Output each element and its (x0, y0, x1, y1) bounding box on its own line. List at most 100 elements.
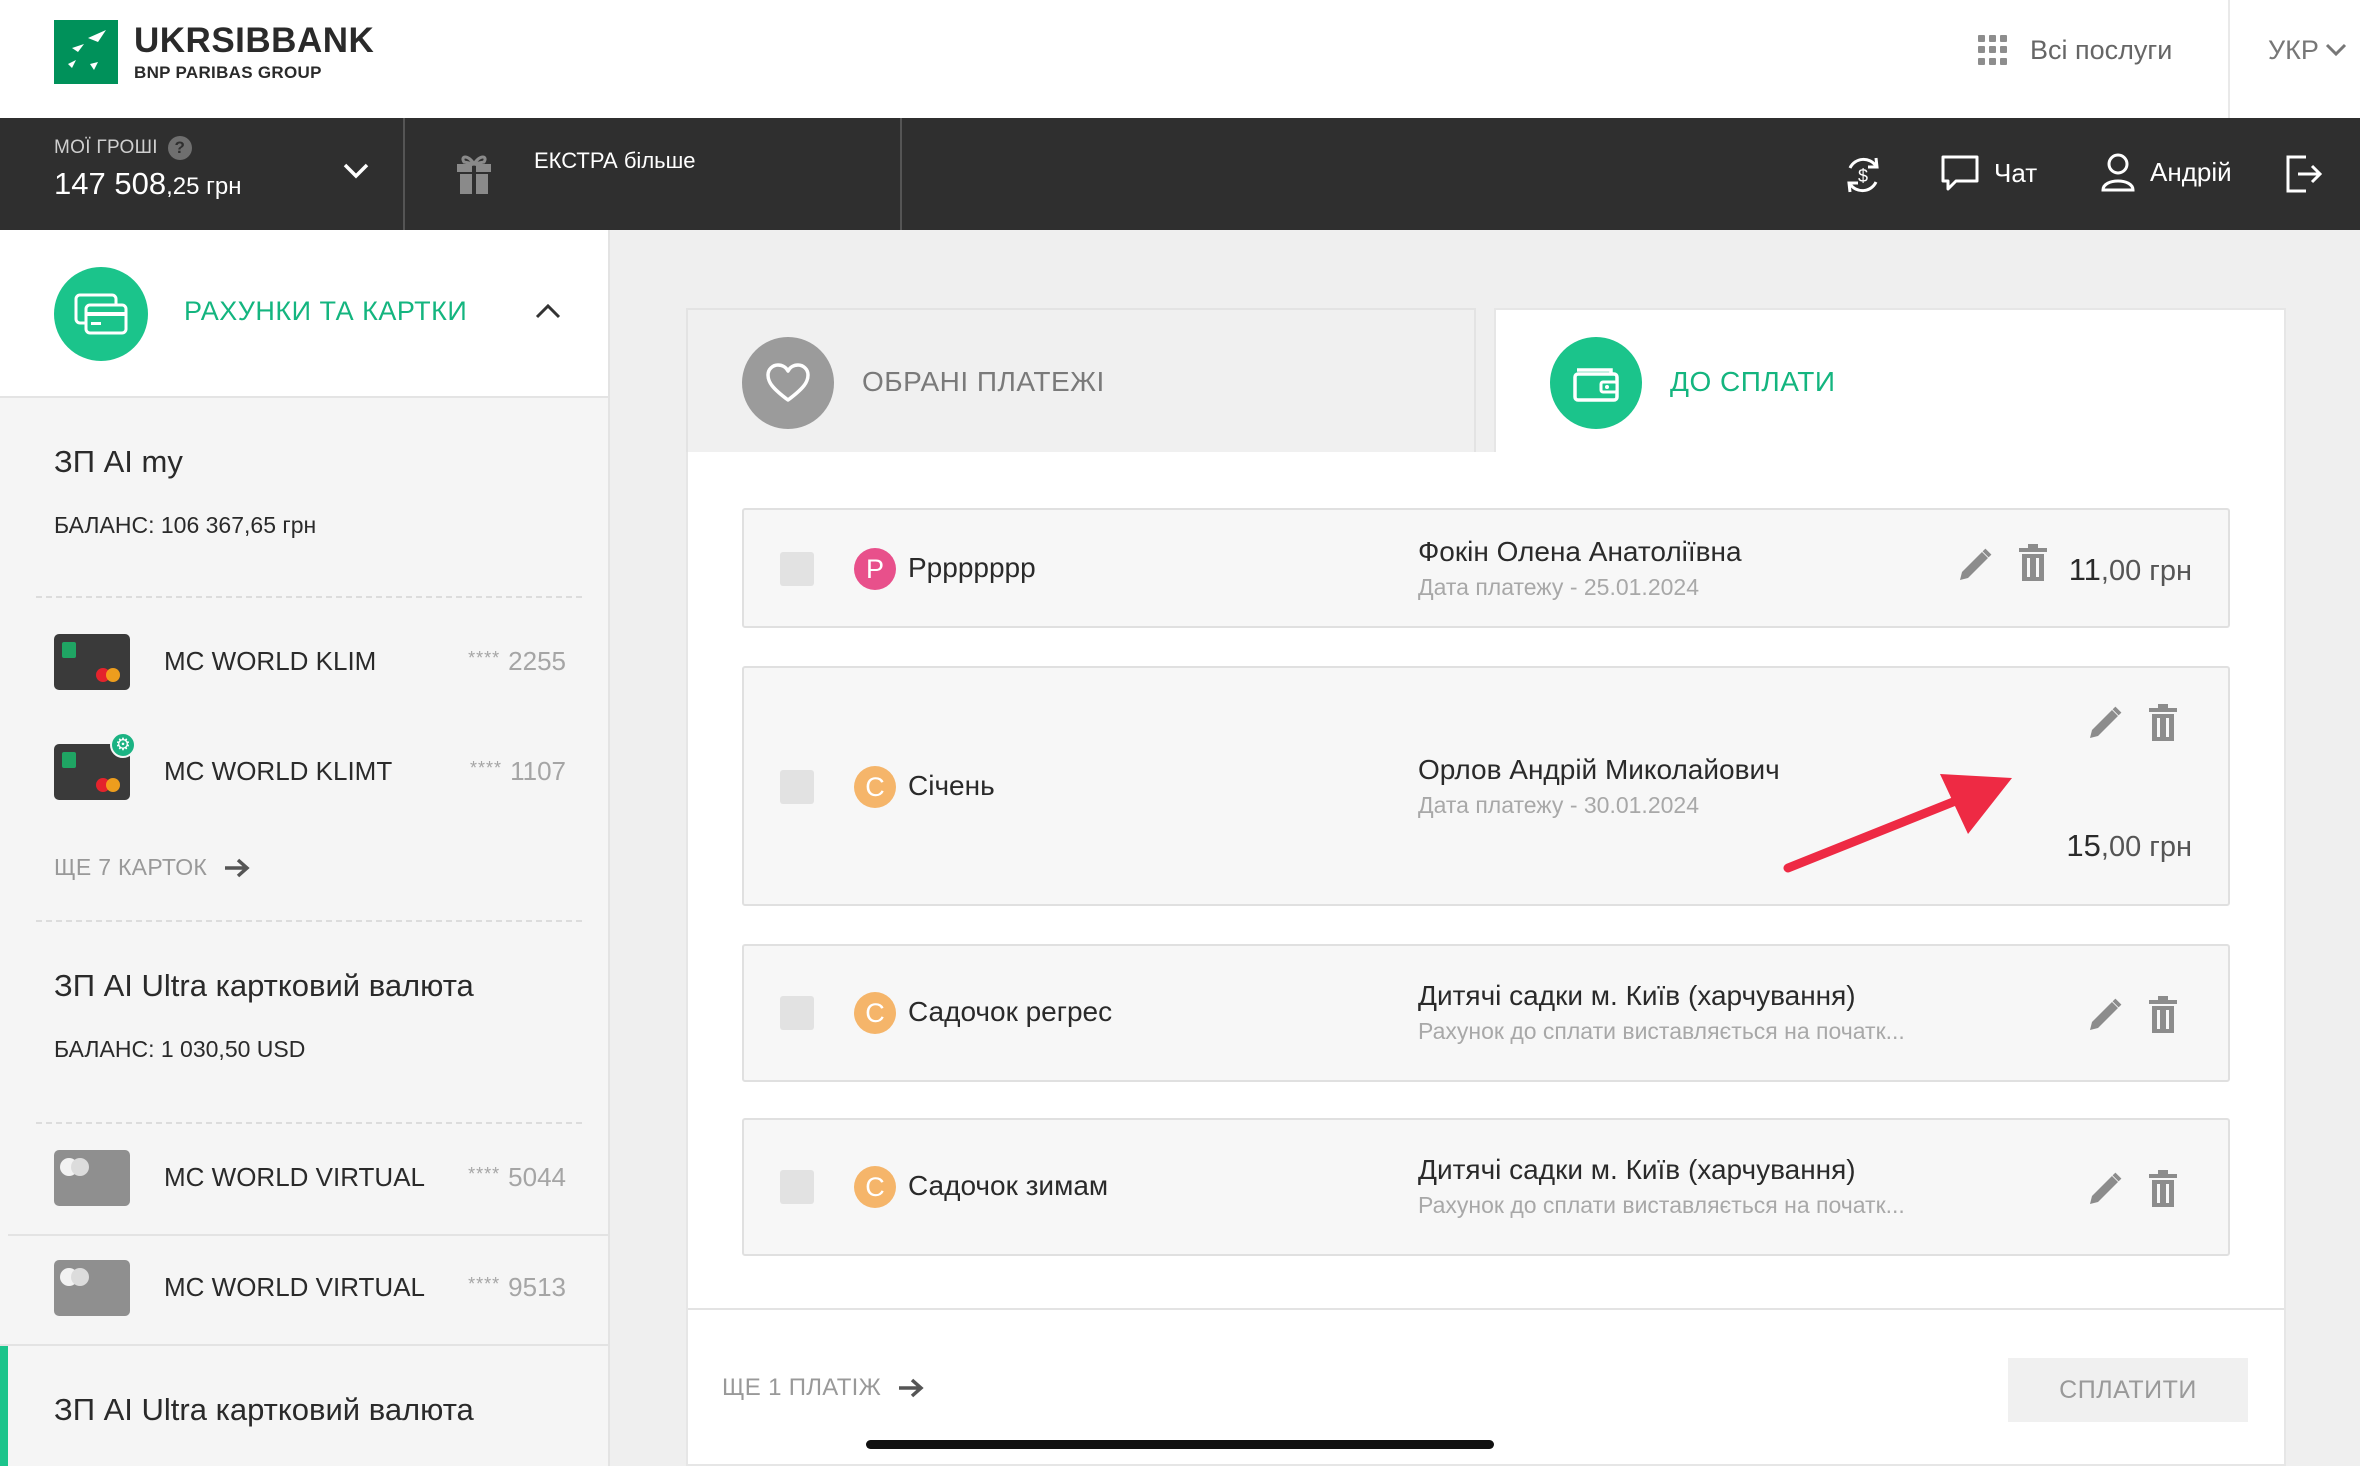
chat-icon (1941, 155, 1979, 191)
payment-detail: Рахунок до сплати виставляється на почат… (1418, 1018, 1905, 1044)
account-name[interactable]: ЗП AI my (54, 444, 183, 480)
account-name[interactable]: ЗП AI Ultra картковий валюта (54, 968, 474, 1004)
payment-row[interactable]: P Рррррррр Фокін Олена Анатоліївна Дата … (742, 508, 2230, 628)
payment-recipient: Дитячі садки м. Київ (харчування) (1418, 980, 1856, 1011)
payment-name: Січень (908, 770, 995, 801)
payment-name: Садочок регрес (908, 996, 1113, 1027)
card-name: MC WORLD VIRTUAL (164, 1272, 425, 1302)
payment-checkbox[interactable] (780, 770, 814, 804)
language-selector[interactable]: УКР (2268, 30, 2347, 70)
card-thumbnail (54, 1150, 130, 1206)
card-name: MC WORLD KLIM (164, 646, 377, 676)
money-fraction: ,25 грн (166, 173, 242, 200)
grid-icon (1978, 35, 2008, 65)
payment-checkbox[interactable] (780, 996, 814, 1030)
edit-icon[interactable] (2086, 996, 2124, 1034)
card-row[interactable]: ⚙ MC WORLD KLIMT **** 1107 (0, 722, 608, 822)
card-row[interactable]: MC WORLD KLIM **** 2255 (0, 612, 608, 712)
help-icon[interactable]: ? (167, 136, 192, 160)
payment-avatar: С (854, 1166, 896, 1208)
wallet-icon (1550, 337, 1642, 429)
chat-button[interactable]: Чат (1940, 154, 2037, 192)
extra-more-link[interactable]: ЕКСТРА більше (534, 148, 696, 174)
chevron-down-icon (2325, 43, 2346, 57)
payment-amount: 15,00 грн (2066, 828, 2192, 863)
account-name[interactable]: ЗП AI Ultra картковий валюта (54, 1392, 474, 1428)
divider (36, 596, 582, 598)
pay-button[interactable]: СПЛАТИТИ (2008, 1358, 2248, 1422)
card-thumbnail (54, 1260, 130, 1316)
edit-icon[interactable] (2086, 704, 2124, 742)
user-name: Андрій (2150, 156, 2232, 187)
my-money-label: МОЇ ГРОШІ (54, 137, 158, 158)
language-label: УКР (2268, 34, 2319, 65)
more-cards-label: ЩЕ 7 КАРТОК (54, 854, 208, 880)
card-row[interactable]: MC WORLD VIRTUAL **** 5044 (0, 1136, 608, 1236)
money-amount: 147 508 (54, 166, 167, 201)
exchange-icon[interactable]: $ (1842, 154, 1884, 196)
more-payments-label: ЩЕ 1 ПЛАТІЖ (722, 1374, 882, 1401)
payment-avatar: P (854, 548, 896, 590)
trash-icon[interactable] (2148, 704, 2178, 742)
chat-label: Чат (1994, 157, 2038, 188)
chevron-down-icon[interactable] (342, 162, 370, 180)
payment-avatar: С (854, 766, 896, 808)
card-thumbnail: ⚙ (54, 732, 136, 800)
account-balance: БАЛАНС: 106 367,65 грн (54, 512, 317, 538)
card-number: **** 1107 (470, 756, 566, 786)
bank-logo[interactable]: UKRSIBBANK BNP PARIBAS GROUP (54, 20, 374, 84)
all-services-button[interactable]: Всі послуги (1978, 30, 2172, 70)
logo-title: UKRSIBBANK (134, 21, 375, 60)
payment-row[interactable]: С Садочок зимам Дитячі садки м. Київ (ха… (742, 1118, 2230, 1256)
payment-checkbox[interactable] (780, 1170, 814, 1204)
topbar-divider (900, 118, 902, 230)
all-services-label: Всі послуги (2030, 34, 2173, 65)
card-name: MC WORLD VIRTUAL (164, 1162, 425, 1192)
my-money-summary[interactable]: МОЇ ГРОШІ ? 147 508,25 грн (54, 136, 241, 202)
my-money-value: 147 508,25 грн (54, 166, 241, 202)
card-number: **** 2255 (468, 646, 566, 676)
payment-date: Дата платежу - 25.01.2024 (1418, 574, 1699, 600)
account-balance: БАЛАНС: 1 030,50 USD (54, 1036, 306, 1062)
active-indicator (0, 1346, 8, 1466)
payment-avatar: С (854, 992, 896, 1034)
edit-icon[interactable] (2086, 1170, 2124, 1208)
logo-subtitle: BNP PARIBAS GROUP (134, 63, 322, 82)
accounts-cards-header[interactable]: РАХУНКИ ТА КАРТКИ (0, 230, 608, 398)
card-row[interactable]: MC WORLD VIRTUAL **** 9513 (0, 1246, 608, 1346)
account-topbar: МОЇ ГРОШІ ? 147 508,25 грн ЕКСТРА більше… (0, 118, 2360, 230)
payment-recipient: Дитячі садки м. Київ (харчування) (1418, 1154, 1856, 1185)
logo-mark-icon (54, 20, 118, 84)
annotation-arrow-icon (1783, 774, 2012, 873)
payment-detail: Рахунок до сплати виставляється на почат… (1418, 1192, 1905, 1218)
gift-icon (457, 155, 491, 194)
trash-icon[interactable] (2148, 996, 2178, 1034)
user-profile-button[interactable]: Андрій (2100, 152, 2232, 192)
svg-text:$: $ (1858, 166, 1868, 186)
payment-amount: 11,00 грн (2068, 552, 2192, 587)
divider (36, 920, 582, 922)
card-number: **** 9513 (468, 1272, 566, 1302)
accounts-sidebar: РАХУНКИ ТА КАРТКИ ЗП AI my БАЛАНС: 106 3… (0, 230, 610, 1466)
tab-favorite-label: ОБРАНІ ПЛАТЕЖІ (862, 366, 1105, 397)
arrow-right-icon (899, 1378, 924, 1398)
chevron-up-icon[interactable] (534, 302, 562, 320)
more-payments-link[interactable]: ЩЕ 1 ПЛАТІЖ (722, 1374, 925, 1402)
more-cards-link[interactable]: ЩЕ 7 КАРТОК (54, 854, 251, 881)
card-thumbnail (54, 634, 130, 690)
tab-favorite-payments[interactable]: ОБРАНІ ПЛАТЕЖІ (686, 308, 1476, 454)
logout-icon[interactable] (2284, 154, 2324, 194)
trash-icon[interactable] (2018, 544, 2048, 582)
home-indicator (866, 1440, 1494, 1449)
settings-icon: ⚙ (110, 732, 136, 758)
card-number: **** 5044 (468, 1162, 566, 1192)
tab-due-payments[interactable]: ДО СПЛАТИ (1494, 308, 2286, 454)
payment-checkbox[interactable] (780, 552, 814, 586)
payment-recipient: Орлов Андрій Миколайович (1418, 754, 1780, 785)
trash-icon[interactable] (2148, 1170, 2178, 1208)
user-icon (2101, 153, 2135, 192)
payment-row[interactable]: С Садочок регрес Дитячі садки м. Київ (х… (742, 944, 2230, 1082)
edit-icon[interactable] (1956, 546, 1994, 584)
card-name: MC WORLD KLIMT (164, 756, 393, 786)
divider (0, 1344, 608, 1346)
